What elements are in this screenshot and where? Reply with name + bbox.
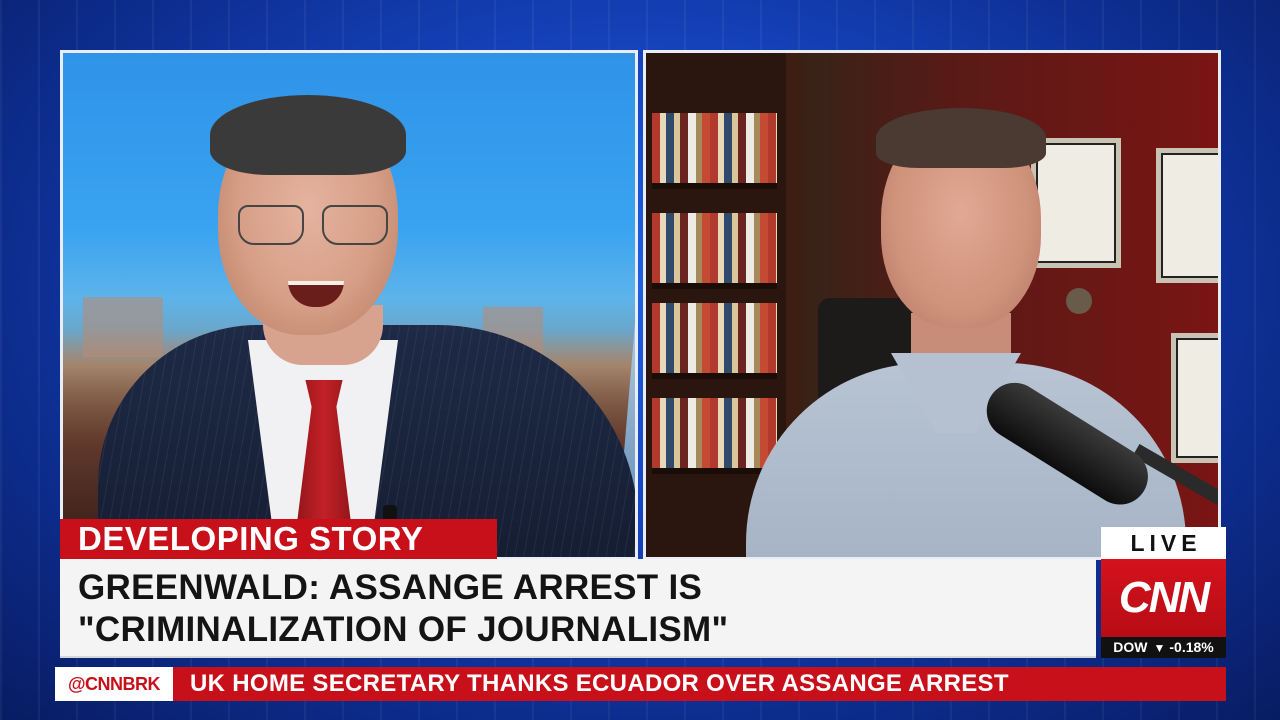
ticker-change: -0.18% <box>1169 639 1214 655</box>
ticker-symbol: DOW <box>1113 639 1148 655</box>
stock-ticker: DOW ▼ -0.18% <box>1101 637 1226 658</box>
video-panel-anchor <box>60 50 638 560</box>
video-panel-guest <box>643 50 1221 560</box>
anchor-glasses <box>238 205 388 245</box>
headline-box: GREENWALD: ASSANGE ARREST IS "CRIMINALIZ… <box>60 559 1096 658</box>
headline-line-1: GREENWALD: ASSANGE ARREST IS <box>78 568 703 607</box>
crawl-text: UK HOME SECRETARY THANKS ECUADOR OVER AS… <box>190 670 1009 697</box>
news-crawl: @CNNBRK UK HOME SECRETARY THANKS ECUADOR… <box>55 667 1226 701</box>
crawl-brand: @CNNBRK <box>55 667 173 701</box>
triangle-down-icon: ▼ <box>1153 641 1166 655</box>
broadcast-frame: DEVELOPING STORY GREENWALD: ASSANGE ARRE… <box>0 0 1280 720</box>
headline-line-2: "CRIMINALIZATION OF JOURNALISM" <box>78 610 729 649</box>
developing-story-tag: DEVELOPING STORY <box>60 519 497 559</box>
guest-person <box>746 108 1218 557</box>
guest-hair <box>876 108 1046 168</box>
anchor-person <box>98 95 635 557</box>
anchor-hair <box>210 95 406 175</box>
live-badge: LIVE <box>1101 527 1226 559</box>
cnn-logo: CNN <box>1101 559 1226 637</box>
